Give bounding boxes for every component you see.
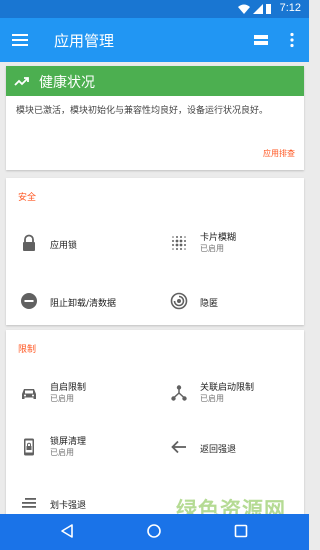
app-lock-item[interactable]: 应用锁: [20, 230, 150, 260]
view-toggle-icon[interactable]: [254, 33, 268, 47]
nav-home-icon[interactable]: [146, 523, 162, 539]
card-blur-status: 已启用: [200, 244, 224, 253]
restriction-card: 限制 自启限制 已启用 关联启动限制 已启用 锁屏清理 已启用 返回强退 划卡强…: [6, 330, 304, 514]
blur-icon: [172, 236, 186, 250]
card-blur-label: 卡片模糊: [200, 233, 237, 243]
block-icon: [21, 293, 37, 309]
system-status-icons: [238, 4, 271, 14]
status-time: 7:12: [279, 2, 301, 14]
linked-launch-limit-label: 关联启动限制: [200, 383, 255, 393]
app-troubleshoot-link[interactable]: 应用排查: [263, 148, 295, 159]
security-section-title: 安全: [18, 193, 37, 203]
lock-icon: [23, 234, 35, 251]
security-card: 安全 应用锁 卡片模糊 已启用 阻止卸载/清数据 隐匿: [6, 178, 304, 325]
autostart-limit-label: 自启限制: [50, 383, 87, 393]
page-title: 应用管理: [54, 32, 115, 50]
autostart-limit-item[interactable]: 自启限制 已启用: [20, 380, 150, 410]
linked-launch-limit-status: 已启用: [200, 394, 224, 403]
car-icon: [22, 389, 36, 399]
system-navigation-bar: [0, 514, 309, 550]
hide-icon: [170, 292, 188, 310]
restriction-section-title: 限制: [18, 345, 37, 355]
app-bar: 应用管理: [0, 18, 309, 62]
health-message: 模块已激活，模块初始化与兼容性均良好，设备运行状况良好。: [16, 106, 269, 116]
trending-up-icon: [14, 77, 29, 86]
menu-icon[interactable]: [12, 32, 28, 48]
screen-lock-clean-item[interactable]: 锁屏清理 已启用: [20, 434, 150, 464]
nav-recents-icon[interactable]: [233, 523, 249, 539]
autostart-limit-status: 已启用: [50, 394, 74, 403]
back-force-stop-item[interactable]: 返回强退: [170, 434, 300, 464]
more-options-icon[interactable]: [286, 32, 298, 48]
health-status-card: 健康状况 模块已激活，模块初始化与兼容性均良好，设备运行状况良好。 应用排查: [6, 66, 304, 170]
app-lock-label: 应用锁: [50, 241, 78, 251]
phone-lock-icon: [24, 438, 34, 456]
block-uninstall-item[interactable]: 阻止卸载/清数据: [20, 288, 160, 318]
share-nodes-icon: [171, 385, 187, 401]
block-uninstall-label: 阻止卸载/清数据: [50, 299, 117, 309]
swipe-force-stop-label: 划卡强退: [50, 501, 87, 511]
nav-back-icon[interactable]: [59, 523, 75, 539]
health-title: 健康状况: [39, 75, 95, 91]
screen-lock-clean-status: 已启用: [50, 448, 74, 457]
screen-lock-clean-label: 锁屏清理: [50, 437, 87, 447]
hide-label: 隐匿: [200, 299, 219, 309]
hide-item[interactable]: 隐匿: [170, 288, 300, 318]
swipe-lines-icon: [22, 498, 36, 508]
linked-launch-limit-item[interactable]: 关联启动限制 已启用: [170, 380, 300, 410]
health-header: 健康状况: [6, 66, 304, 96]
arrow-back-icon: [171, 440, 186, 454]
card-blur-item[interactable]: 卡片模糊 已启用: [170, 230, 300, 260]
back-force-stop-label: 返回强退: [200, 445, 237, 455]
status-bar: 7:12: [0, 0, 309, 18]
